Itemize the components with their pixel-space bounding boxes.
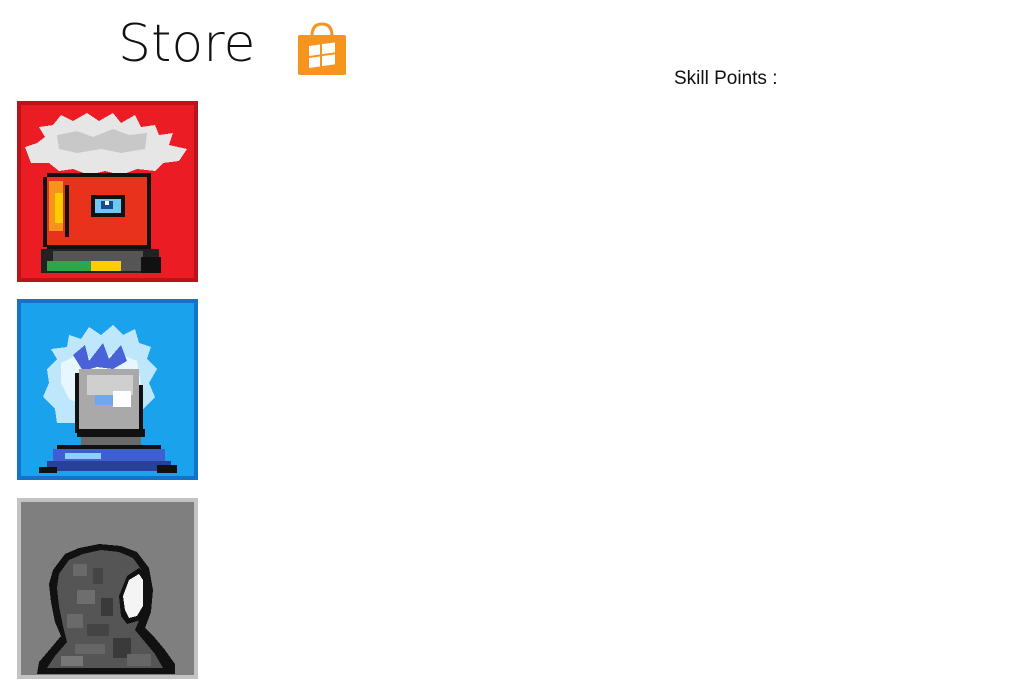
- store-bag-icon: [296, 22, 348, 77]
- store-item-ice-character[interactable]: [17, 299, 198, 480]
- store-item-shadow-character[interactable]: [17, 498, 198, 679]
- skill-points-label: Skill Points :: [674, 68, 778, 89]
- fire-character-portrait-icon: [17, 101, 198, 282]
- page-title: Store: [118, 14, 256, 74]
- shadow-character-portrait-icon: [17, 498, 198, 679]
- ice-character-portrait-icon: [17, 299, 198, 480]
- store-item-fire-character[interactable]: [17, 101, 198, 282]
